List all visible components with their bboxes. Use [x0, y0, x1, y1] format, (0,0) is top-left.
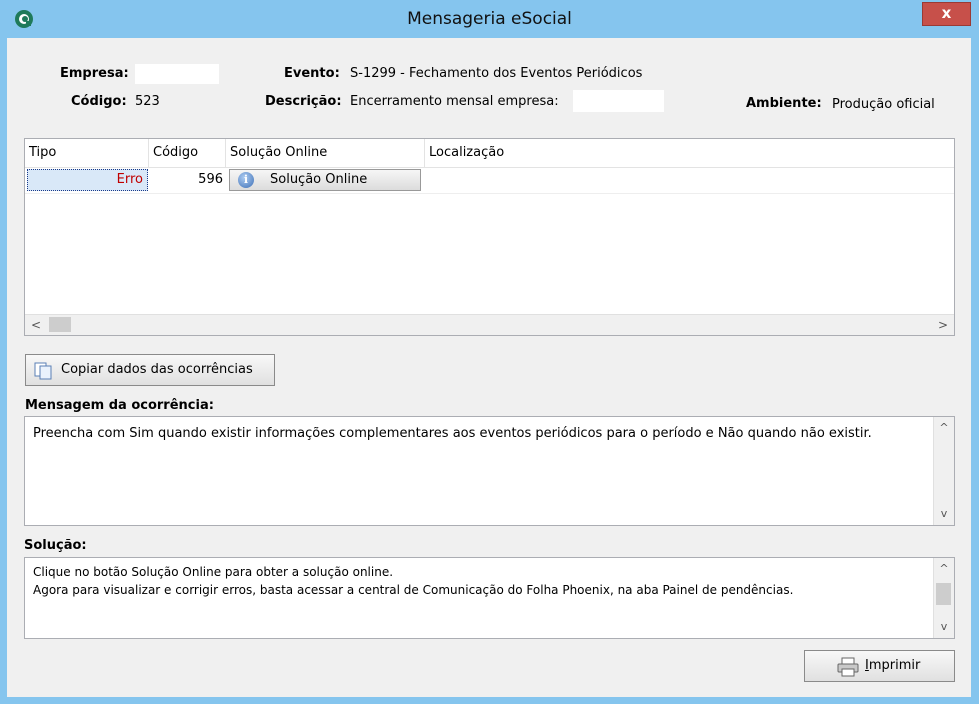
scroll-right-arrow[interactable]: > — [934, 315, 952, 335]
solucao-label: Solução: — [24, 538, 87, 553]
copy-icon — [34, 362, 52, 380]
column-header-tipo[interactable]: Tipo — [25, 139, 149, 167]
scroll-left-arrow[interactable]: < — [27, 315, 45, 335]
copy-occurrences-button[interactable]: Copiar dados das ocorrências — [25, 354, 275, 386]
occurrences-grid[interactable]: Tipo Código Solução Online Localização E… — [24, 138, 955, 336]
grid-header: Tipo Código Solução Online Localização — [25, 139, 954, 168]
scroll-up-arrow[interactable]: ^ — [934, 560, 954, 578]
solucao-line-2: Agora para visualizar e corrigir erros, … — [33, 583, 794, 597]
close-button[interactable]: x — [922, 2, 971, 26]
mensagem-vertical-scrollbar[interactable]: ^ v — [933, 417, 954, 525]
table-row[interactable]: Erro 596 i Solução Online — [25, 167, 954, 194]
descricao-empresa-value — [573, 90, 664, 112]
evento-value: S-1299 - Fechamento dos Eventos Periódic… — [350, 66, 643, 81]
scroll-up-arrow[interactable]: ^ — [934, 419, 954, 437]
solucao-text: Clique no botão Solução Online para obte… — [33, 563, 922, 599]
esocial-dialog: Mensageria eSocial x Empresa: Código: 52… — [0, 0, 979, 704]
column-header-codigo[interactable]: Código — [149, 139, 226, 167]
mensagem-textbox[interactable]: Preencha com Sim quando existir informaç… — [24, 416, 955, 526]
scroll-down-arrow[interactable]: v — [934, 505, 954, 523]
codigo-label: Código: — [71, 94, 127, 109]
solucao-textbox[interactable]: Clique no botão Solução Online para obte… — [24, 557, 955, 639]
ambiente-value: Produção oficial — [832, 97, 935, 112]
solucao-vertical-scrollbar[interactable]: ^ v — [933, 558, 954, 638]
grid-horizontal-scrollbar[interactable]: < > — [25, 314, 954, 335]
evento-label: Evento: — [284, 66, 340, 81]
copy-button-label: Copiar dados das ocorrências — [61, 362, 253, 377]
printer-icon — [837, 657, 859, 677]
vertical-scroll-thumb[interactable] — [936, 583, 951, 605]
solucao-online-button-label: Solução Online — [270, 172, 368, 187]
print-button-label: Imprimir — [865, 651, 920, 681]
print-label-rest: mprimir — [868, 658, 921, 673]
cell-tipo[interactable]: Erro — [27, 169, 148, 191]
mensagem-label: Mensagem da ocorrência: — [25, 398, 214, 413]
codigo-value: 523 — [135, 94, 160, 109]
title-bar[interactable]: Mensageria eSocial x — [0, 0, 979, 38]
mensagem-text: Preencha com Sim quando existir informaç… — [33, 426, 872, 441]
horizontal-scroll-thumb[interactable] — [49, 317, 71, 332]
solucao-online-button[interactable]: i Solução Online — [229, 169, 421, 191]
print-button[interactable]: Imprimir — [804, 650, 955, 682]
ambiente-label: Ambiente: — [746, 96, 822, 111]
window-title: Mensageria eSocial — [407, 9, 572, 29]
solucao-line-1: Clique no botão Solução Online para obte… — [33, 565, 394, 579]
cell-codigo[interactable]: 596 — [151, 167, 223, 193]
empresa-label: Empresa: — [60, 66, 129, 81]
descricao-value: Encerramento mensal empresa: — [350, 94, 559, 109]
dialog-body: Empresa: Código: 523 Evento: S-1299 - Fe… — [7, 38, 971, 697]
empresa-value — [135, 64, 219, 84]
descricao-label: Descrição: — [265, 94, 342, 109]
column-header-solucao-online[interactable]: Solução Online — [226, 139, 425, 167]
scroll-down-arrow[interactable]: v — [934, 618, 954, 636]
column-header-localizacao[interactable]: Localização — [425, 139, 954, 167]
info-icon: i — [238, 172, 254, 188]
